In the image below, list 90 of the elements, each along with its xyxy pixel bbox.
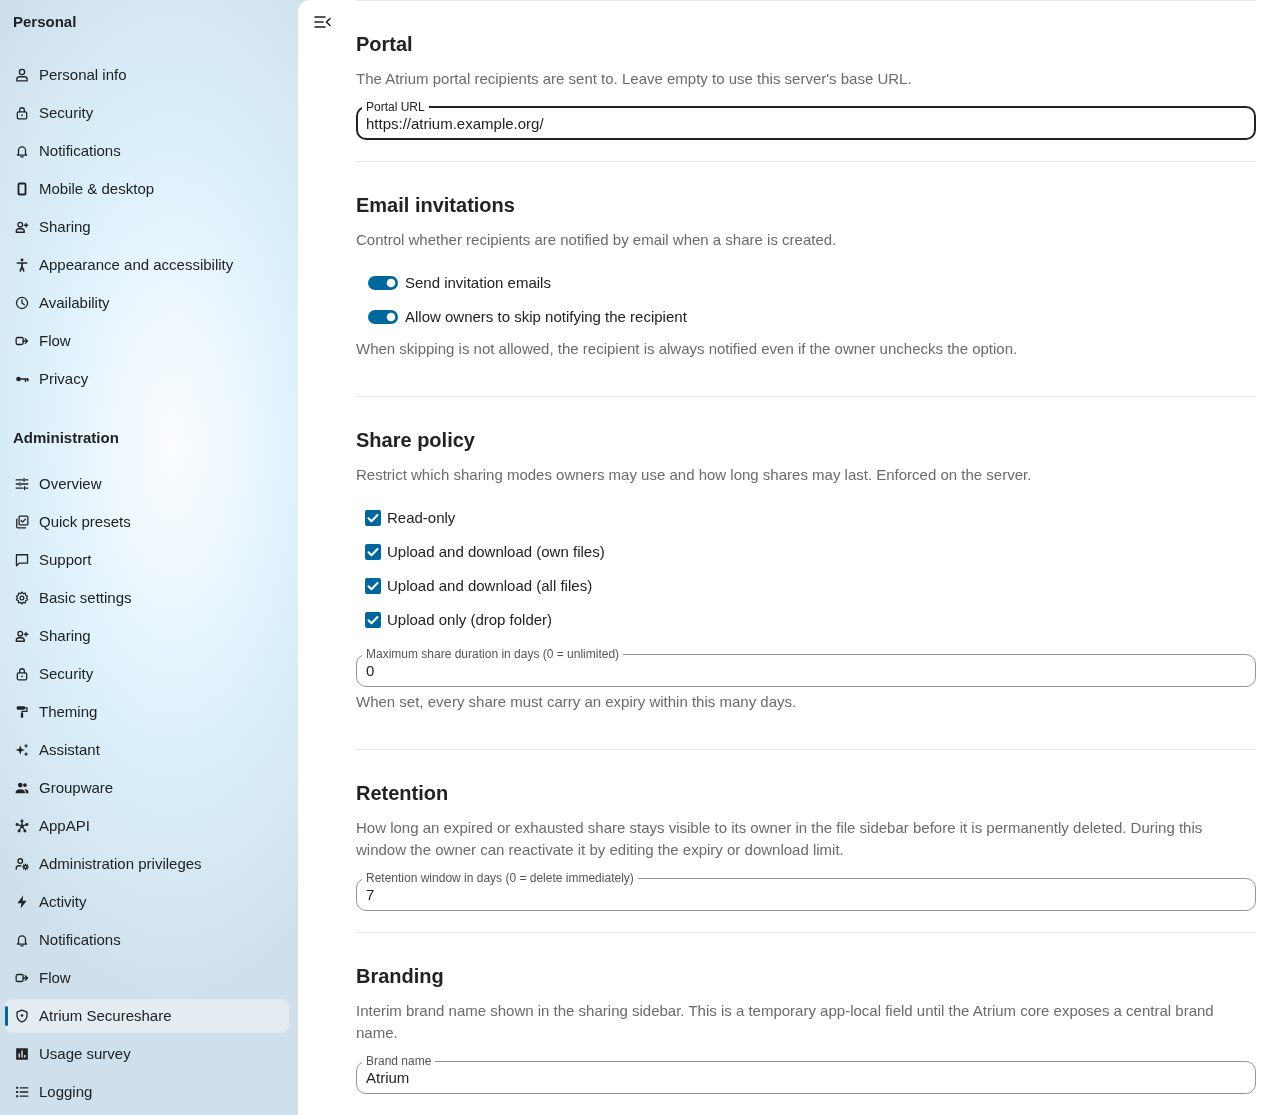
section-description: How long an expired or exhausted share stays visible to its owner in the file sidebar before it is permanently deleted. During this window the owner can reactivate it by editing the expiry or download limit.	[356, 818, 1204, 860]
sliders-icon	[15, 477, 29, 491]
person-plus-icon	[15, 220, 29, 234]
section-description: Control whether recipients are notified by email when a share is created.	[356, 230, 837, 250]
sidebar-item[interactable]: Usage survey	[5, 1037, 289, 1071]
sidebar-item[interactable]: Groupware	[5, 771, 289, 805]
toggle-label: Send invitation emails	[405, 273, 551, 293]
help-text: When skipping is not allowed, the recipient is always notified even if the owner unchecks the option.	[356, 339, 1018, 359]
toggle-switch[interactable]	[368, 310, 398, 324]
input-field[interactable]: Brand name Atrium	[356, 1054, 1256, 1094]
sidebar-item[interactable]: Personal info	[5, 58, 289, 92]
stacked-checkbox-icon	[15, 515, 29, 529]
checkbox[interactable]	[365, 544, 381, 560]
person-icon	[15, 68, 29, 82]
menu-icon	[313, 16, 331, 28]
help-text: When set, every share must carry an expiry within this many days.	[356, 692, 797, 712]
shield-icon	[15, 1009, 29, 1023]
section-title: Portal	[356, 32, 413, 57]
sidebar-item[interactable]: Atrium Secureshare	[5, 999, 289, 1033]
checkbox-label: Upload and download (own files)	[387, 542, 605, 562]
accessibility-icon	[15, 258, 29, 272]
bar-chart-icon	[15, 1047, 29, 1061]
people-icon	[15, 781, 29, 795]
field-label: Maximum share duration in days (0 = unlimited)	[365, 647, 621, 661]
bell-icon	[15, 144, 29, 158]
section-heading: Personal	[13, 12, 77, 32]
person-gear-icon	[15, 857, 29, 871]
field-label: Brand name	[365, 1054, 433, 1068]
hub-icon	[15, 819, 29, 833]
input-field[interactable]: Portal URL https://atrium.example.org/	[356, 100, 1256, 140]
sidebar-item[interactable]: Flow	[5, 324, 289, 358]
text-input[interactable]: https://atrium.example.org/	[362, 114, 1250, 134]
sidebar-item[interactable]: Sharing	[5, 619, 289, 653]
sidebar-item[interactable]: Privacy	[5, 362, 289, 396]
section-title: Retention	[356, 781, 449, 806]
sidebar-item[interactable]: Flow	[5, 961, 289, 995]
section-heading: Administration	[13, 428, 119, 448]
checkbox-label: Read-only	[387, 508, 456, 528]
checkbox-label: Upload only (drop folder)	[387, 610, 553, 630]
text-input[interactable]: 7	[362, 885, 1250, 905]
sparkles-icon	[15, 743, 29, 757]
sidebar-item[interactable]: Availability	[5, 286, 289, 320]
sidebar-item[interactable]: Overview	[5, 467, 289, 501]
field-label: Portal URL	[365, 100, 426, 114]
sidebar-item[interactable]: Administration privileges	[5, 847, 289, 881]
box-arrow-icon	[15, 971, 29, 985]
box-arrow-icon	[15, 334, 29, 348]
section-description: The Atrium portal recipients are sent to. Leave empty to use this server's base URL.	[356, 69, 912, 89]
sidebar-item[interactable]: Notifications	[5, 923, 289, 957]
list-icon	[15, 1085, 29, 1099]
sidebar-item[interactable]: Notifications	[5, 134, 289, 168]
phone-icon	[15, 182, 29, 196]
section-description: Interim brand name shown in the sharing sidebar. This is a temporary app-local field until the Atrium core exposes a central brand name.	[356, 1001, 1215, 1043]
section-title: Email invitations	[356, 193, 515, 218]
input-field[interactable]: Retention window in days (0 = delete immediately) 7	[356, 871, 1256, 911]
sidebar-item[interactable]: Mobile & desktop	[5, 172, 289, 206]
toggle-switch[interactable]	[368, 276, 398, 290]
clock-icon	[15, 296, 29, 310]
input-field[interactable]: Maximum share duration in days (0 = unlimited) 0	[356, 647, 1256, 687]
sidebar-item[interactable]: AppAPI	[5, 809, 289, 843]
text-input[interactable]: 0	[362, 661, 1250, 681]
sidebar-item[interactable]: Logging	[5, 1075, 289, 1109]
sidebar-item[interactable]: Support	[5, 543, 289, 577]
settings-icon	[15, 591, 29, 605]
sidebar-item[interactable]: Quick presets	[5, 505, 289, 539]
section-description: Restrict which sharing modes owners may use and how long shares may last. Enforced on the server.	[356, 465, 1032, 485]
checkbox-label: Upload and download (all files)	[387, 576, 593, 596]
bell-icon	[15, 933, 29, 947]
checkbox[interactable]	[365, 612, 381, 628]
sidebar-item[interactable]: Security	[5, 96, 289, 130]
checkbox[interactable]	[365, 578, 381, 594]
section-title: Share policy	[356, 428, 475, 453]
text-input[interactable]: Atrium	[362, 1068, 1250, 1088]
field-label: Retention window in days (0 = delete immediately)	[365, 871, 635, 885]
sidebar-item[interactable]: Basic settings	[5, 581, 289, 615]
toggle-label: Allow owners to skip notifying the recipient	[405, 307, 687, 327]
sidebar-item[interactable]: Activity	[5, 885, 289, 919]
sidebar-item[interactable]: Theming	[5, 695, 289, 729]
sidebar-item[interactable]: Sharing	[5, 210, 289, 244]
section-title: Branding	[356, 964, 444, 989]
sidebar-item[interactable]: Security	[5, 657, 289, 691]
person-plus-icon	[15, 629, 29, 643]
sidebar-item[interactable]: Appearance and accessibility	[5, 248, 289, 282]
lock-icon	[15, 667, 29, 681]
sidebar-item[interactable]: Assistant	[5, 733, 289, 767]
checkbox[interactable]	[365, 510, 381, 526]
lock-icon	[15, 106, 29, 120]
paint-roller-icon	[15, 705, 29, 719]
lightning-icon	[15, 895, 29, 909]
speech-bubble-icon	[15, 553, 29, 567]
